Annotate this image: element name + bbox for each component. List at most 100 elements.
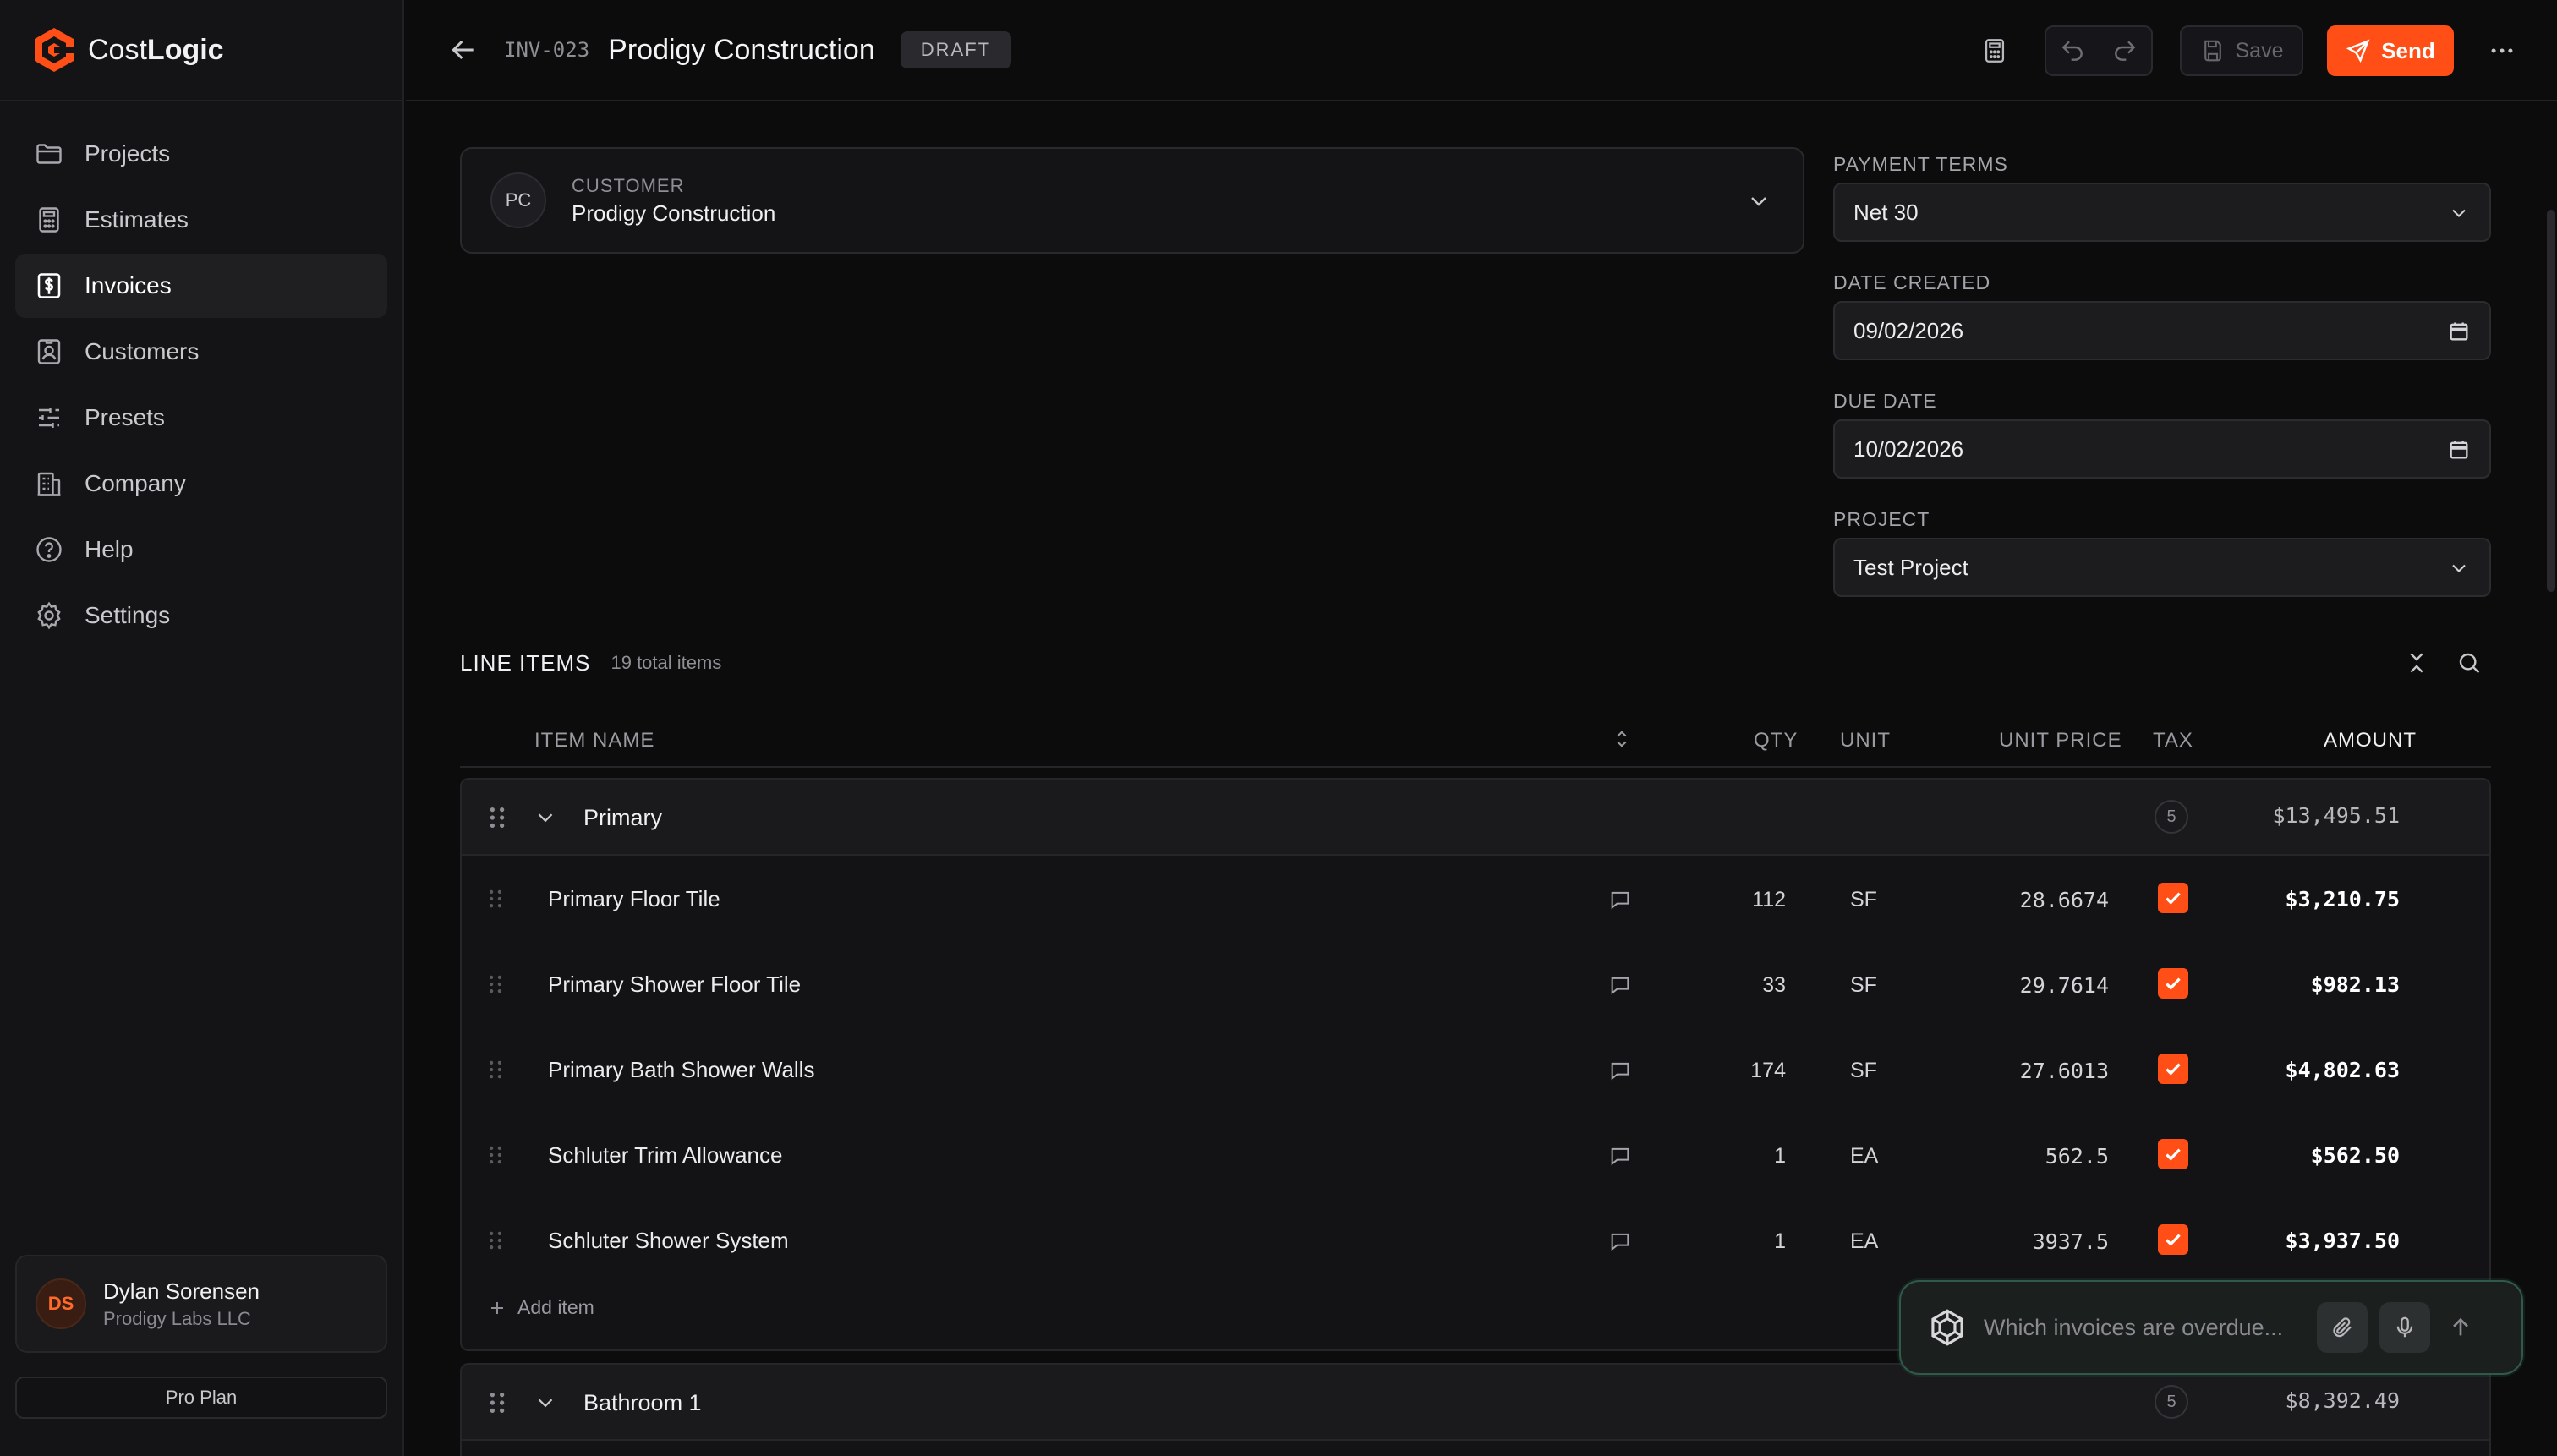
item-qty[interactable]: 112 (1752, 888, 1786, 912)
check-icon (2166, 977, 2181, 990)
back-arrow-icon[interactable] (446, 33, 480, 67)
payment-terms-select[interactable]: Net 30 (1833, 183, 2491, 242)
paperclip-icon (2333, 1317, 2352, 1338)
sidebar-item-label: Projects (85, 140, 171, 167)
drag-handle-icon[interactable] (487, 973, 504, 995)
item-unit[interactable]: EA (1850, 1144, 1878, 1169)
item-unit-price[interactable]: 29.7614 (2020, 973, 2109, 998)
sidebar-item-company[interactable]: Company (15, 452, 387, 516)
comment-icon[interactable] (1608, 973, 1632, 997)
column-tax: TAX (2153, 729, 2193, 752)
submit-prompt-button[interactable] (2447, 1314, 2474, 1341)
table-row[interactable]: Primary Shower Floor Tile 33 SF 29.7614 … (462, 941, 2489, 1026)
column-unit: UNIT (1840, 729, 1891, 752)
calendar-icon[interactable] (2447, 320, 2471, 343)
item-name[interactable]: Schluter Trim Allowance (548, 1142, 782, 1169)
send-button[interactable]: Send (2327, 25, 2454, 76)
contact-card-icon (37, 339, 61, 364)
tax-checkbox[interactable] (2158, 1224, 2188, 1255)
item-unit[interactable]: SF (1850, 888, 1877, 912)
sort-icon[interactable] (1610, 727, 1634, 751)
date-created-field[interactable]: 09/02/2026 (1833, 301, 2491, 360)
item-amount: $982.13 (2310, 972, 2400, 997)
assistant-prompt-input[interactable] (1984, 1314, 2305, 1341)
item-name[interactable]: Primary Floor Tile (548, 886, 720, 912)
sidebar-item-presets[interactable]: Presets (15, 386, 387, 450)
save-button[interactable]: Save (2180, 25, 2303, 76)
brand-logo[interactable]: CostLogic (0, 0, 402, 101)
sidebar-item-customers[interactable]: Customers (15, 320, 387, 384)
table-row[interactable]: Schluter Trim Allowance 1 EA 562.5 $562.… (462, 1112, 2489, 1197)
table-row[interactable]: Primary Floor Tile 112 SF 28.6674 $3,210… (462, 856, 2489, 941)
item-qty[interactable]: 1 (1774, 1229, 1786, 1254)
item-unit[interactable]: EA (1850, 1229, 1878, 1254)
column-unit-price: UNIT PRICE (1999, 729, 2122, 752)
chevron-down-icon (2452, 209, 2466, 217)
sidebar-item-label: Help (85, 536, 134, 562)
drag-handle-icon[interactable] (487, 1144, 504, 1166)
calculator-icon (1985, 39, 2005, 63)
column-item-name[interactable]: ITEM NAME (534, 729, 654, 753)
item-unit[interactable]: SF (1850, 1059, 1877, 1083)
calendar-icon[interactable] (2447, 438, 2471, 462)
sidebar-item-help[interactable]: Help (15, 517, 387, 582)
drag-handle-icon[interactable] (487, 1229, 504, 1251)
tax-checkbox[interactable] (2158, 883, 2188, 913)
chevron-down-icon[interactable] (533, 1390, 558, 1415)
chevron-down-icon[interactable] (533, 805, 558, 830)
table-row[interactable]: Primary Bath Shower Walls 174 SF 27.6013… (462, 1026, 2489, 1112)
item-unit-price[interactable]: 562.5 (2045, 1144, 2109, 1169)
invoice-id: INV-023 (504, 38, 590, 62)
date-created-label: DATE CREATED (1833, 271, 1991, 293)
drag-handle-icon[interactable] (487, 1059, 504, 1081)
tax-checkbox[interactable] (2158, 1139, 2188, 1169)
table-row[interactable]: Schluter Shower System 1 EA 3937.5 $3,93… (462, 1197, 2489, 1283)
sidebar-item-settings[interactable]: Settings (15, 583, 387, 648)
item-unit-price[interactable]: 28.6674 (2020, 888, 2109, 912)
item-qty[interactable]: 1 (1774, 1144, 1786, 1169)
sidebar-item-invoices[interactable]: Invoices (15, 254, 387, 318)
comment-icon[interactable] (1608, 1144, 1632, 1168)
redo-icon[interactable] (2111, 37, 2138, 64)
item-qty[interactable]: 174 (1750, 1059, 1786, 1083)
comment-icon[interactable] (1608, 1229, 1632, 1253)
scrollbar-thumb[interactable] (2547, 210, 2555, 592)
drag-handle-icon[interactable] (487, 805, 507, 830)
item-name[interactable]: Primary Bath Shower Walls (548, 1057, 814, 1083)
item-unit-price[interactable]: 3937.5 (2033, 1229, 2109, 1254)
voice-input-button[interactable] (2379, 1302, 2430, 1353)
group-header[interactable]: Bathroom 1 5 $8,392.49 (462, 1365, 2489, 1441)
item-qty[interactable]: 33 (1762, 973, 1786, 998)
sidebar-item-projects[interactable]: Projects (15, 122, 387, 186)
customer-selector[interactable]: PC CUSTOMER Prodigy Construction (460, 147, 1804, 254)
search-icon[interactable] (2456, 649, 2483, 676)
collapse-all-icon[interactable] (2403, 649, 2430, 676)
undo-icon[interactable] (2059, 37, 2086, 64)
drag-handle-icon[interactable] (487, 888, 504, 910)
comment-icon[interactable] (1608, 1059, 1632, 1082)
line-items-column-headers: ITEM NAME QTY UNIT UNIT PRICE TAX AMOUNT (460, 712, 2491, 768)
calculator-button[interactable] (1980, 36, 2009, 65)
user-profile-card[interactable]: DS Dylan Sorensen Prodigy Labs LLC (15, 1255, 387, 1353)
drag-handle-icon[interactable] (487, 1390, 507, 1415)
tax-checkbox[interactable] (2158, 1054, 2188, 1084)
item-name[interactable]: Schluter Shower System (548, 1228, 789, 1254)
item-unit-price[interactable]: 27.6013 (2020, 1059, 2109, 1083)
comment-icon[interactable] (1608, 888, 1632, 911)
plus-icon (491, 1302, 503, 1314)
item-name[interactable]: Primary Shower Floor Tile (548, 972, 801, 998)
group-header[interactable]: Primary 5 $13,495.51 (462, 780, 2489, 856)
sidebar-item-label: Settings (85, 602, 171, 628)
item-amount: $562.50 (2310, 1143, 2400, 1168)
customer-label: CUSTOMER (572, 174, 685, 196)
more-horizontal-icon (2491, 48, 2513, 53)
sidebar-item-estimates[interactable]: Estimates (15, 188, 387, 252)
tax-checkbox[interactable] (2158, 968, 2188, 999)
more-options-button[interactable] (2488, 36, 2516, 65)
plan-button[interactable]: Pro Plan (15, 1377, 387, 1419)
item-unit[interactable]: SF (1850, 973, 1877, 998)
due-date-field[interactable]: 10/02/2026 (1833, 419, 2491, 479)
attach-button[interactable] (2317, 1302, 2368, 1353)
project-select[interactable]: Test Project (1833, 538, 2491, 597)
page-scrollbar[interactable] (2545, 103, 2557, 1456)
